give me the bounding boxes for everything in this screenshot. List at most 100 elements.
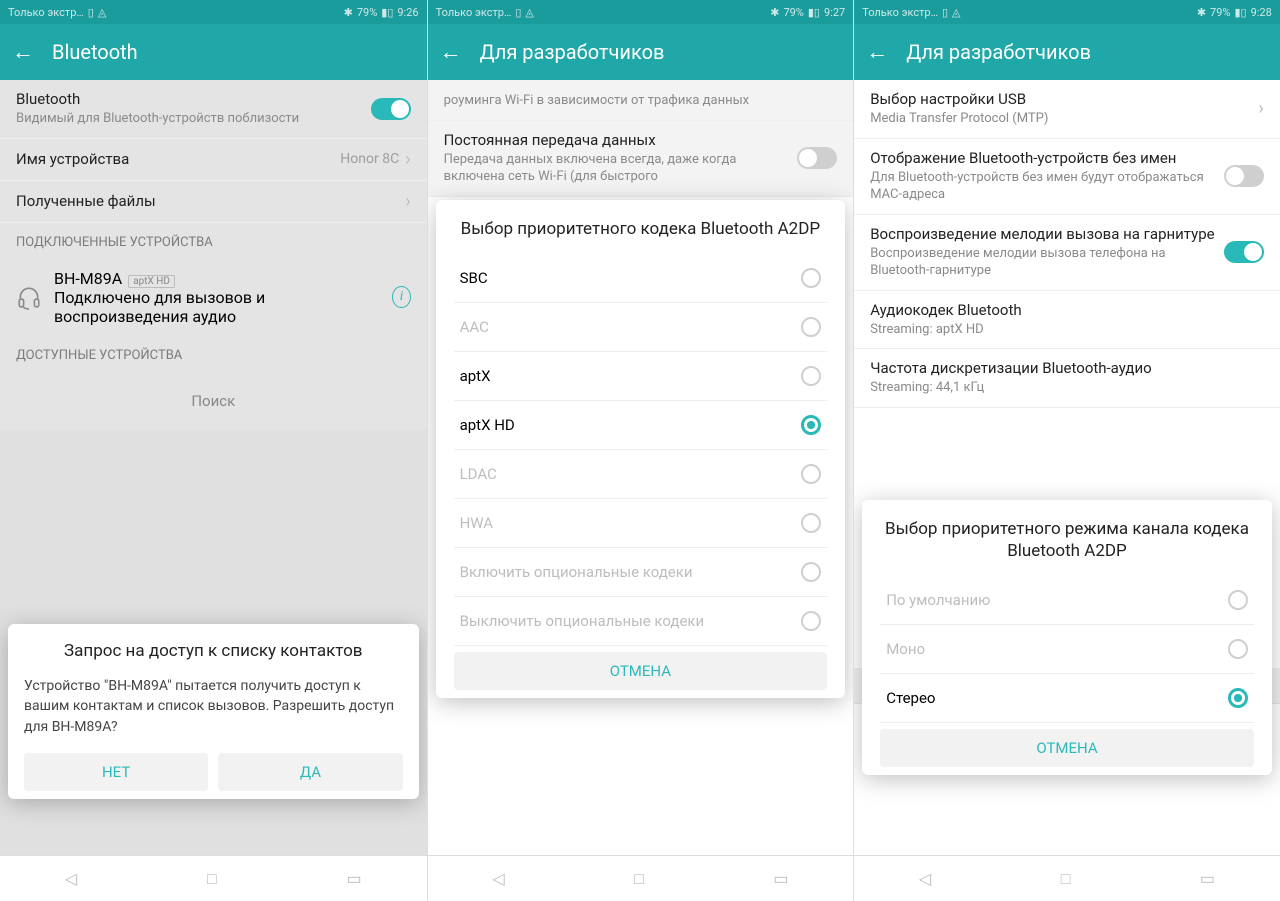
received-files-row[interactable]: Полученные файлы ›	[0, 181, 427, 223]
status-bar: Только экстр…▯◬ ✱79%▮▯9:26	[0, 0, 427, 24]
codec-option[interactable]: aptX HD	[454, 401, 828, 450]
cancel-button[interactable]: ОТМЕНА	[880, 729, 1254, 767]
row-title: Отображение Bluetooth-устройств без имен	[870, 149, 1224, 167]
bt-samplerate-row[interactable]: Частота дискретизации Bluetooth-аудио St…	[854, 349, 1280, 408]
radio-icon	[801, 464, 821, 484]
signal-icon: ◬	[98, 6, 106, 19]
dialog-body: Устройство "BH-M89A" пытается получить д…	[24, 676, 403, 737]
app-bar: ← Для разработчиков	[428, 24, 854, 80]
back-icon[interactable]: ←	[866, 39, 888, 65]
connected-device-row[interactable]: BH-M89AaptX HD Подключено для вызовов и …	[0, 259, 427, 336]
page-title: Для разработчиков	[906, 40, 1091, 64]
bluetooth-toggle-row[interactable]: Bluetooth Видимый для Bluetooth-устройст…	[0, 80, 427, 139]
row-title: Полученные файлы	[16, 192, 405, 210]
row-subtitle: роуминга Wi-Fi в зависимости от трафика …	[444, 92, 838, 110]
searching-text: Поиск	[0, 372, 427, 430]
yes-button[interactable]: ДА	[218, 753, 402, 791]
ringtone-headset-toggle[interactable]	[1224, 241, 1264, 263]
contacts-access-dialog: Запрос на доступ к списку контактов Устр…	[8, 624, 419, 799]
option-label: Включить опциональные кодеки	[460, 563, 693, 581]
sim-icon: ▯	[942, 6, 948, 19]
row-title: Выбор настройки USB	[870, 90, 1258, 108]
battery-icon: ▮▯	[808, 6, 820, 19]
option-label: aptX	[460, 367, 491, 385]
nav-bar: ◁ □ ▭	[0, 855, 427, 901]
codec-option: Включить опциональные кодеки	[454, 548, 828, 597]
signal-icon: ◬	[952, 6, 960, 19]
nav-home-icon[interactable]: □	[634, 869, 644, 889]
nav-back-icon[interactable]: ◁	[65, 869, 77, 888]
dialog-title: Выбор приоритетного кодека Bluetooth A2D…	[454, 218, 828, 240]
nav-recent-icon[interactable]: ▭	[1200, 869, 1215, 888]
sim-icon: ▯	[88, 6, 94, 19]
battery-text: 79%	[783, 6, 803, 19]
dialog-title: Запрос на доступ к списку контактов	[24, 640, 403, 662]
no-button[interactable]: НЕТ	[24, 753, 208, 791]
persistent-data-row[interactable]: Постоянная передача данных Передача данн…	[428, 121, 854, 197]
ringtone-headset-row[interactable]: Воспроизведение мелодии вызова на гарнит…	[854, 215, 1280, 291]
bt-codec-row[interactable]: Аудиокодек Bluetooth Streaming: aptX HD	[854, 291, 1280, 350]
codec-option[interactable]: SBC	[454, 254, 828, 303]
radio-icon	[801, 415, 821, 435]
nav-bar: ◁ □ ▭	[428, 855, 854, 901]
dialog-title: Выбор приоритетного режима канала кодека…	[880, 518, 1254, 562]
headphones-icon	[16, 282, 42, 312]
row-title: Имя устройства	[16, 150, 340, 168]
radio-icon	[1228, 639, 1248, 659]
nav-recent-icon[interactable]: ▭	[347, 869, 362, 888]
page-title: Bluetooth	[52, 40, 138, 64]
codec-option[interactable]: aptX	[454, 352, 828, 401]
wifi-roaming-row[interactable]: роуминга Wi-Fi в зависимости от трафика …	[428, 80, 854, 121]
channel-option[interactable]: Стерео	[880, 674, 1254, 723]
option-label: aptX HD	[460, 416, 515, 434]
row-subtitle: Для Bluetooth-устройств без имен будут о…	[870, 169, 1224, 204]
cancel-button[interactable]: ОТМЕНА	[454, 652, 828, 690]
bt-icon: ✱	[1197, 6, 1206, 19]
bt-noname-row[interactable]: Отображение Bluetooth-устройств без имен…	[854, 139, 1280, 215]
option-label: Моно	[886, 640, 925, 658]
battery-icon: ▮▯	[1234, 6, 1246, 19]
nav-recent-icon[interactable]: ▭	[773, 869, 788, 888]
nav-home-icon[interactable]: □	[1061, 869, 1071, 889]
bt-icon: ✱	[344, 6, 353, 19]
nav-back-icon[interactable]: ◁	[919, 869, 931, 888]
battery-text: 79%	[1210, 6, 1230, 19]
codec-option: LDAC	[454, 450, 828, 499]
channel-mode-dialog: Выбор приоритетного режима канала кодека…	[862, 500, 1272, 775]
radio-icon	[801, 513, 821, 533]
option-label: HWA	[460, 514, 493, 532]
sim-icon: ▯	[515, 6, 521, 19]
option-label: LDAC	[460, 465, 497, 483]
chevron-right-icon: ›	[1258, 98, 1263, 119]
nav-bar: ◁ □ ▭	[854, 855, 1280, 901]
codec-badge: aptX HD	[128, 275, 175, 288]
app-bar: ← Bluetooth	[0, 24, 427, 80]
row-subtitle: Видимый для Bluetooth-устройств поблизос…	[16, 110, 371, 128]
clock: 9:26	[397, 6, 418, 19]
signal-icon: ◬	[525, 6, 533, 19]
persistent-data-toggle[interactable]	[797, 147, 837, 169]
bt-noname-toggle[interactable]	[1224, 165, 1264, 187]
battery-icon: ▮▯	[381, 6, 393, 19]
codec-option: HWA	[454, 499, 828, 548]
row-title: Воспроизведение мелодии вызова на гарнит…	[870, 225, 1224, 243]
row-subtitle: Streaming: aptX HD	[870, 321, 1264, 339]
chevron-right-icon: ›	[405, 149, 410, 170]
nav-back-icon[interactable]: ◁	[492, 869, 504, 888]
carrier-text: Только экстр…	[8, 6, 84, 19]
bluetooth-toggle[interactable]	[371, 98, 411, 120]
usb-config-row[interactable]: Выбор настройки USB Media Transfer Proto…	[854, 80, 1280, 139]
radio-icon	[801, 611, 821, 631]
device-name-row[interactable]: Имя устройства Honor 8C ›	[0, 139, 427, 181]
info-icon[interactable]: i	[392, 286, 410, 308]
radio-icon	[801, 268, 821, 288]
option-label: Стерео	[886, 689, 935, 707]
back-icon[interactable]: ←	[440, 39, 462, 65]
radio-icon	[801, 562, 821, 582]
row-title: Bluetooth	[16, 90, 371, 108]
status-bar: Только экстр…▯◬ ✱79%▮▯9:28	[854, 0, 1280, 24]
channel-option: Моно	[880, 625, 1254, 674]
nav-home-icon[interactable]: □	[207, 869, 217, 889]
device-status: Подключено для вызовов и воспроизведения…	[54, 288, 380, 326]
back-icon[interactable]: ←	[12, 39, 34, 65]
